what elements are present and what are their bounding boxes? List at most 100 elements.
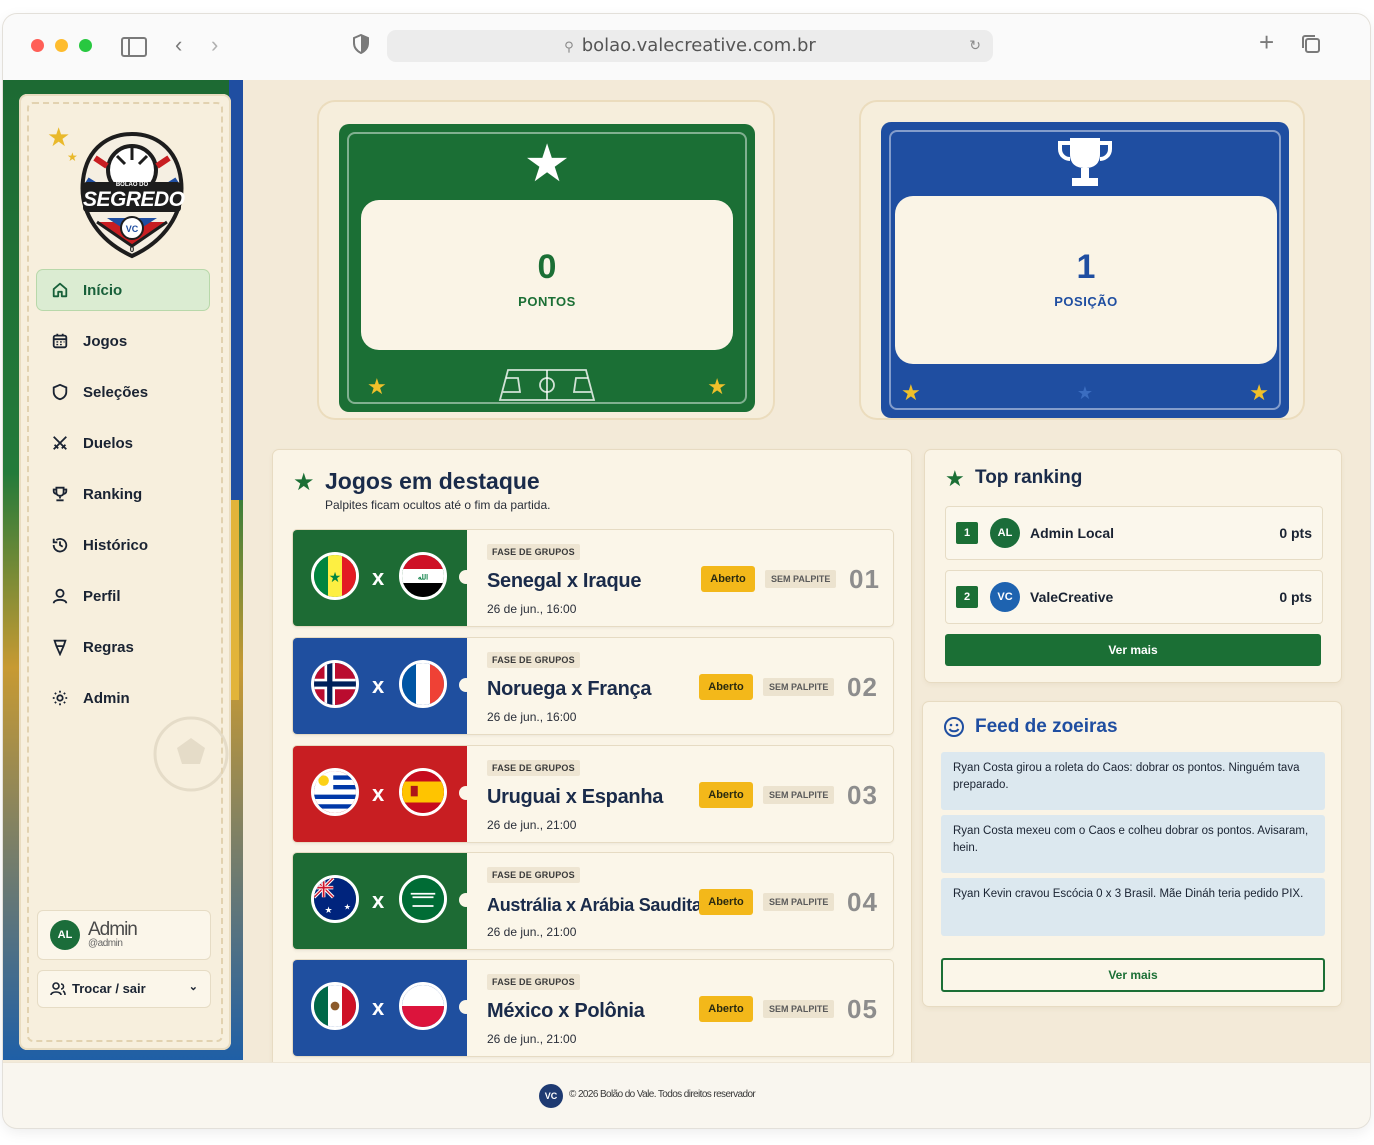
sidebar-item-perfil[interactable]: Perfil bbox=[37, 576, 209, 616]
sidebar-item-label: Jogos bbox=[83, 332, 128, 350]
calendar-icon bbox=[51, 332, 69, 350]
star-icon: ★ bbox=[1076, 383, 1094, 403]
game-card[interactable]: x FASE DE GRUPOS México x Polônia 26 de … bbox=[293, 960, 893, 1056]
home-icon bbox=[51, 281, 69, 299]
star-icon: ★ bbox=[523, 135, 571, 193]
france-flag-icon bbox=[399, 660, 447, 708]
match-title: Noruega x França bbox=[487, 678, 652, 700]
rank-name: ValeCreative bbox=[1030, 589, 1114, 605]
user-handle: @admin bbox=[88, 938, 123, 949]
current-user-card[interactable]: AL Admin @admin bbox=[37, 910, 211, 960]
avatar: VC bbox=[990, 582, 1020, 612]
swords-icon bbox=[51, 434, 69, 452]
feed-see-more-button[interactable]: Ver mais bbox=[941, 958, 1325, 992]
star-icon: ★ bbox=[367, 374, 387, 399]
smile-icon bbox=[944, 717, 964, 737]
sidebar-item-admin[interactable]: Admin bbox=[37, 678, 209, 718]
sidebar-item-ranking[interactable]: Ranking bbox=[37, 474, 209, 514]
ranking-row[interactable]: 1 AL Admin Local 0 pts bbox=[945, 506, 1323, 560]
sidebar-item-regras[interactable]: Regras bbox=[37, 627, 209, 667]
star-icon: ★ bbox=[1249, 380, 1269, 405]
history-icon bbox=[51, 536, 69, 554]
star-icon: ★ bbox=[47, 122, 71, 152]
guess-badge: SEM PALPITE bbox=[763, 678, 835, 696]
sidebar-item-selecoes[interactable]: Seleções bbox=[37, 372, 209, 412]
address-bar[interactable]: ⚲ bolao.valecreative.com.br ↻ bbox=[387, 30, 993, 62]
points-label: PONTOS bbox=[518, 294, 576, 309]
reload-icon[interactable]: ↻ bbox=[969, 30, 981, 62]
sidebar-item-label: Ranking bbox=[83, 485, 143, 503]
new-tab-icon[interactable]: + bbox=[1259, 29, 1274, 55]
soccer-field-icon bbox=[498, 369, 596, 401]
status-badge: Aberto bbox=[699, 889, 753, 915]
gear-icon bbox=[51, 689, 69, 707]
sidebar-item-duelos[interactable]: Duelos bbox=[37, 423, 209, 463]
star-icon: ★ bbox=[945, 466, 965, 491]
sidebar-item-jogos[interactable]: Jogos bbox=[37, 321, 209, 361]
guess-badge: SEM PALPITE bbox=[763, 1000, 835, 1018]
phase-tag: FASE DE GRUPOS bbox=[487, 544, 580, 560]
sidebar-nav: Início Jogos Seleções Duelos Ranking His… bbox=[37, 270, 209, 729]
sidebar-item-label: Regras bbox=[83, 638, 134, 656]
switch-account-button[interactable]: Trocar / sair ⌄ bbox=[37, 970, 211, 1008]
phase-tag: FASE DE GRUPOS bbox=[487, 652, 580, 668]
copyright-text: © 2026 Bolão do Vale. Todos direitos res… bbox=[569, 1089, 756, 1100]
back-icon[interactable]: ‹ bbox=[175, 32, 182, 58]
sidebar-toggle-icon[interactable] bbox=[121, 37, 147, 57]
game-card[interactable]: ★ x الله FASE DE GRUPOS Senegal x Iraque… bbox=[293, 530, 893, 626]
saudi-arabia-flag-icon bbox=[399, 875, 447, 923]
kickoff-time: 26 de jun., 16:00 bbox=[487, 710, 577, 724]
zoom-window-button[interactable] bbox=[79, 39, 92, 52]
versus-label: x bbox=[372, 673, 385, 698]
panel-title: Top ranking bbox=[975, 467, 1083, 488]
url-text: bolao.valecreative.com.br bbox=[581, 35, 816, 56]
sidebar-item-historico[interactable]: Histórico bbox=[37, 525, 209, 565]
browser-toolbar: ‹ › ⚲ bolao.valecreative.com.br ↻ + bbox=[3, 14, 1370, 81]
avatar: AL bbox=[990, 518, 1020, 548]
rank-points: 0 pts bbox=[1279, 525, 1312, 541]
shield-icon bbox=[51, 383, 69, 401]
switch-account-label: Trocar / sair bbox=[72, 981, 146, 996]
svg-text:★: ★ bbox=[329, 569, 342, 585]
svg-text:★: ★ bbox=[344, 903, 351, 912]
status-badge: Aberto bbox=[699, 782, 753, 808]
top-ranking-panel: ★ Top ranking 1 AL Admin Local 0 pts 2 V… bbox=[925, 450, 1341, 682]
ranking-row[interactable]: 2 VC ValeCreative 0 pts bbox=[945, 570, 1323, 624]
australia-flag-icon: ★ ★ bbox=[311, 875, 359, 923]
points-card: ★ 0 PONTOS ★ ★ bbox=[319, 102, 773, 418]
panel-title: Jogos em destaque bbox=[325, 468, 540, 494]
users-icon bbox=[50, 981, 66, 1000]
guess-badge: SEM PALPITE bbox=[763, 786, 835, 804]
uruguay-flag-icon bbox=[311, 768, 359, 816]
norway-flag-icon bbox=[311, 660, 359, 708]
phase-tag: FASE DE GRUPOS bbox=[487, 974, 580, 990]
feed-panel: Feed de zoeiras Ryan Costa girou a rolet… bbox=[923, 702, 1341, 1006]
kickoff-time: 26 de jun., 21:00 bbox=[487, 925, 577, 939]
game-card[interactable]: ★ ★ x FASE DE GRUPOS Austrália x Arábia S… bbox=[293, 853, 893, 949]
panel-title: Feed de zoeiras bbox=[975, 716, 1118, 737]
match-title: Senegal x Iraque bbox=[487, 570, 642, 592]
game-card[interactable]: x FASE DE GRUPOS Noruega x França 26 de … bbox=[293, 638, 893, 734]
status-badge: Aberto bbox=[699, 674, 753, 700]
star-icon: ★ bbox=[293, 469, 315, 496]
match-title: México x Polônia bbox=[487, 1000, 645, 1022]
trophy-icon bbox=[1056, 134, 1114, 199]
app-logo[interactable]: VC 0 BOLÃO DO SEGREDO bbox=[73, 130, 191, 260]
minimize-window-button[interactable] bbox=[55, 39, 68, 52]
forward-icon[interactable]: › bbox=[211, 32, 218, 58]
page: ★ ★ VC 0 BOLÃO DO SEGREDO Início Jogos S… bbox=[3, 80, 1370, 1128]
sidebar-item-inicio[interactable]: Início bbox=[37, 270, 209, 310]
close-window-button[interactable] bbox=[31, 39, 44, 52]
star-icon: ★ bbox=[707, 374, 727, 399]
phase-tag: FASE DE GRUPOS bbox=[487, 760, 580, 776]
senegal-flag-icon: ★ bbox=[311, 552, 359, 600]
feed-item: Ryan Costa mexeu com o Caos e colheu dob… bbox=[941, 815, 1325, 873]
privacy-shield-icon[interactable] bbox=[353, 33, 369, 60]
game-card[interactable]: x FASE DE GRUPOS Uruguai x Espanha 26 de… bbox=[293, 746, 893, 842]
ranking-see-more-button[interactable]: Ver mais bbox=[945, 634, 1321, 666]
rank-position: 1 bbox=[956, 522, 978, 544]
kickoff-time: 26 de jun., 21:00 bbox=[487, 818, 577, 832]
status-badge: Aberto bbox=[701, 566, 755, 592]
feed-item: Ryan Kevin cravou Escócia 0 x 3 Brasil. … bbox=[941, 878, 1325, 936]
tabs-overview-icon[interactable] bbox=[1301, 34, 1321, 60]
